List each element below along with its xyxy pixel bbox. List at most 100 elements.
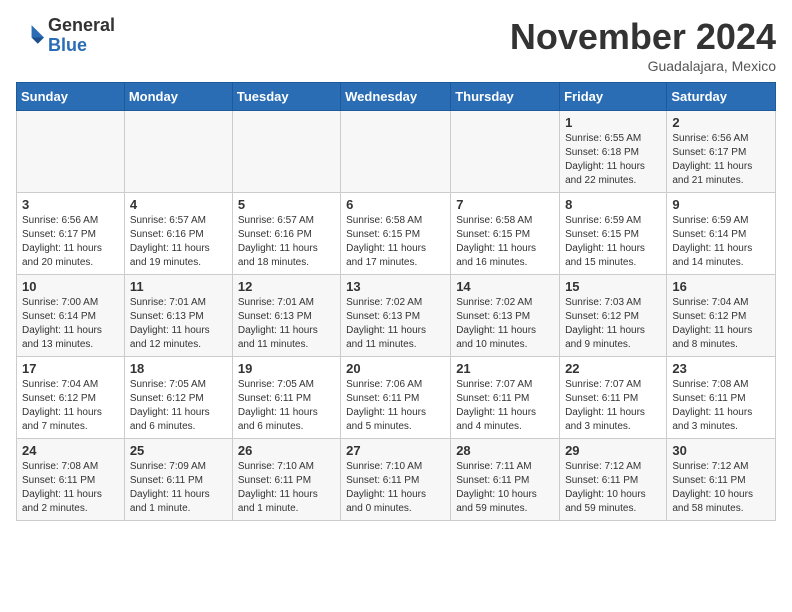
calendar-cell: 22 Sunrise: 7:07 AM Sunset: 6:11 PM Dayli… xyxy=(560,357,667,439)
day-info: Sunrise: 6:57 AM Sunset: 6:16 PM Dayligh… xyxy=(238,214,335,270)
day-number: 13 xyxy=(346,279,445,294)
day-info: Sunrise: 6:57 AM Sunset: 6:16 PM Dayligh… xyxy=(130,214,227,270)
day-number: 5 xyxy=(238,197,335,212)
day-info: Sunrise: 6:59 AM Sunset: 6:14 PM Dayligh… xyxy=(672,214,770,270)
day-number: 2 xyxy=(672,115,770,130)
calendar-cell xyxy=(451,111,560,193)
day-number: 14 xyxy=(456,279,554,294)
calendar-cell xyxy=(17,111,125,193)
calendar-cell: 30 Sunrise: 7:12 AM Sunset: 6:11 PM Dayli… xyxy=(667,439,776,521)
day-number: 22 xyxy=(565,361,661,376)
weekday-header-sunday: Sunday xyxy=(17,83,125,111)
calendar-cell: 4 Sunrise: 6:57 AM Sunset: 6:16 PM Daylig… xyxy=(124,193,232,275)
weekday-header-row: SundayMondayTuesdayWednesdayThursdayFrid… xyxy=(17,83,776,111)
day-number: 20 xyxy=(346,361,445,376)
day-number: 6 xyxy=(346,197,445,212)
day-number: 23 xyxy=(672,361,770,376)
day-info: Sunrise: 7:04 AM Sunset: 6:12 PM Dayligh… xyxy=(22,378,119,434)
day-number: 4 xyxy=(130,197,227,212)
calendar-cell: 7Sunrise: 6:58 AM Sunset: 6:15 PM Daylig… xyxy=(451,193,560,275)
week-row-4: 17Sunrise: 7:04 AM Sunset: 6:12 PM Dayli… xyxy=(17,357,776,439)
day-info: Sunrise: 7:07 AM Sunset: 6:11 PM Dayligh… xyxy=(456,378,554,434)
calendar-cell: 25 Sunrise: 7:09 AM Sunset: 6:11 PM Dayli… xyxy=(124,439,232,521)
day-info: Sunrise: 7:04 AM Sunset: 6:12 PM Dayligh… xyxy=(672,296,770,352)
calendar-cell xyxy=(232,111,340,193)
calendar-cell: 15 Sunrise: 7:03 AM Sunset: 6:12 PM Dayli… xyxy=(560,275,667,357)
calendar-cell: 29 Sunrise: 7:12 AM Sunset: 6:11 PM Dayli… xyxy=(560,439,667,521)
weekday-header-monday: Monday xyxy=(124,83,232,111)
day-number: 27 xyxy=(346,443,445,458)
day-info: Sunrise: 7:01 AM Sunset: 6:13 PM Dayligh… xyxy=(238,296,335,352)
location-subtitle: Guadalajara, Mexico xyxy=(510,58,776,74)
day-number: 21 xyxy=(456,361,554,376)
calendar-cell: 21 Sunrise: 7:07 AM Sunset: 6:11 PM Dayli… xyxy=(451,357,560,439)
weekday-header-thursday: Thursday xyxy=(451,83,560,111)
logo: General Blue xyxy=(16,16,115,56)
day-info: Sunrise: 7:02 AM Sunset: 6:13 PM Dayligh… xyxy=(456,296,554,352)
calendar-cell: 16 Sunrise: 7:04 AM Sunset: 6:12 PM Dayli… xyxy=(667,275,776,357)
day-number: 12 xyxy=(238,279,335,294)
logo-icon xyxy=(16,22,44,50)
calendar-cell: 3Sunrise: 6:56 AM Sunset: 6:17 PM Daylig… xyxy=(17,193,125,275)
day-number: 10 xyxy=(22,279,119,294)
week-row-2: 3Sunrise: 6:56 AM Sunset: 6:17 PM Daylig… xyxy=(17,193,776,275)
day-number: 1 xyxy=(565,115,661,130)
calendar-cell: 6 Sunrise: 6:58 AM Sunset: 6:15 PM Daylig… xyxy=(341,193,451,275)
weekday-header-wednesday: Wednesday xyxy=(341,83,451,111)
day-info: Sunrise: 7:12 AM Sunset: 6:11 PM Dayligh… xyxy=(565,460,661,516)
day-number: 29 xyxy=(565,443,661,458)
weekday-header-tuesday: Tuesday xyxy=(232,83,340,111)
day-number: 18 xyxy=(130,361,227,376)
calendar-cell: 23 Sunrise: 7:08 AM Sunset: 6:11 PM Dayli… xyxy=(667,357,776,439)
day-info: Sunrise: 6:56 AM Sunset: 6:17 PM Dayligh… xyxy=(22,214,119,270)
day-number: 15 xyxy=(565,279,661,294)
day-number: 16 xyxy=(672,279,770,294)
day-info: Sunrise: 7:02 AM Sunset: 6:13 PM Dayligh… xyxy=(346,296,445,352)
calendar-cell xyxy=(124,111,232,193)
calendar-table: SundayMondayTuesdayWednesdayThursdayFrid… xyxy=(16,82,776,521)
calendar-cell: 5 Sunrise: 6:57 AM Sunset: 6:16 PM Daylig… xyxy=(232,193,340,275)
day-info: Sunrise: 7:00 AM Sunset: 6:14 PM Dayligh… xyxy=(22,296,119,352)
calendar-cell: 1 Sunrise: 6:55 AM Sunset: 6:18 PM Daylig… xyxy=(560,111,667,193)
day-number: 19 xyxy=(238,361,335,376)
day-info: Sunrise: 7:08 AM Sunset: 6:11 PM Dayligh… xyxy=(672,378,770,434)
day-info: Sunrise: 7:07 AM Sunset: 6:11 PM Dayligh… xyxy=(565,378,661,434)
day-number: 24 xyxy=(22,443,119,458)
calendar-cell: 9 Sunrise: 6:59 AM Sunset: 6:14 PM Daylig… xyxy=(667,193,776,275)
logo-blue: Blue xyxy=(48,35,87,55)
day-number: 9 xyxy=(672,197,770,212)
day-info: Sunrise: 7:08 AM Sunset: 6:11 PM Dayligh… xyxy=(22,460,119,516)
day-info: Sunrise: 6:55 AM Sunset: 6:18 PM Dayligh… xyxy=(565,132,661,188)
week-row-3: 10 Sunrise: 7:00 AM Sunset: 6:14 PM Dayli… xyxy=(17,275,776,357)
weekday-header-friday: Friday xyxy=(560,83,667,111)
day-info: Sunrise: 7:01 AM Sunset: 6:13 PM Dayligh… xyxy=(130,296,227,352)
week-row-5: 24 Sunrise: 7:08 AM Sunset: 6:11 PM Dayli… xyxy=(17,439,776,521)
calendar-cell: 8Sunrise: 6:59 AM Sunset: 6:15 PM Daylig… xyxy=(560,193,667,275)
day-info: Sunrise: 7:11 AM Sunset: 6:11 PM Dayligh… xyxy=(456,460,554,516)
day-info: Sunrise: 7:12 AM Sunset: 6:11 PM Dayligh… xyxy=(672,460,770,516)
day-number: 11 xyxy=(130,279,227,294)
title-block: November 2024 Guadalajara, Mexico xyxy=(510,16,776,74)
week-row-1: 1 Sunrise: 6:55 AM Sunset: 6:18 PM Daylig… xyxy=(17,111,776,193)
day-info: Sunrise: 6:59 AM Sunset: 6:15 PM Dayligh… xyxy=(565,214,661,270)
weekday-header-saturday: Saturday xyxy=(667,83,776,111)
calendar-cell: 18Sunrise: 7:05 AM Sunset: 6:12 PM Dayli… xyxy=(124,357,232,439)
calendar-cell: 20 Sunrise: 7:06 AM Sunset: 6:11 PM Dayli… xyxy=(341,357,451,439)
day-number: 25 xyxy=(130,443,227,458)
day-info: Sunrise: 6:58 AM Sunset: 6:15 PM Dayligh… xyxy=(346,214,445,270)
calendar-cell: 26Sunrise: 7:10 AM Sunset: 6:11 PM Dayli… xyxy=(232,439,340,521)
day-number: 26 xyxy=(238,443,335,458)
calendar-cell: 19Sunrise: 7:05 AM Sunset: 6:11 PM Dayli… xyxy=(232,357,340,439)
day-info: Sunrise: 7:03 AM Sunset: 6:12 PM Dayligh… xyxy=(565,296,661,352)
logo-general: General xyxy=(48,15,115,35)
month-title: November 2024 xyxy=(510,16,776,58)
day-info: Sunrise: 7:09 AM Sunset: 6:11 PM Dayligh… xyxy=(130,460,227,516)
day-info: Sunrise: 6:56 AM Sunset: 6:17 PM Dayligh… xyxy=(672,132,770,188)
calendar-cell: 10 Sunrise: 7:00 AM Sunset: 6:14 PM Dayli… xyxy=(17,275,125,357)
day-number: 30 xyxy=(672,443,770,458)
day-info: Sunrise: 7:06 AM Sunset: 6:11 PM Dayligh… xyxy=(346,378,445,434)
page-header: General Blue November 2024 Guadalajara, … xyxy=(16,16,776,74)
calendar-cell: 27Sunrise: 7:10 AM Sunset: 6:11 PM Dayli… xyxy=(341,439,451,521)
calendar-cell xyxy=(341,111,451,193)
logo-text: General Blue xyxy=(48,16,115,56)
